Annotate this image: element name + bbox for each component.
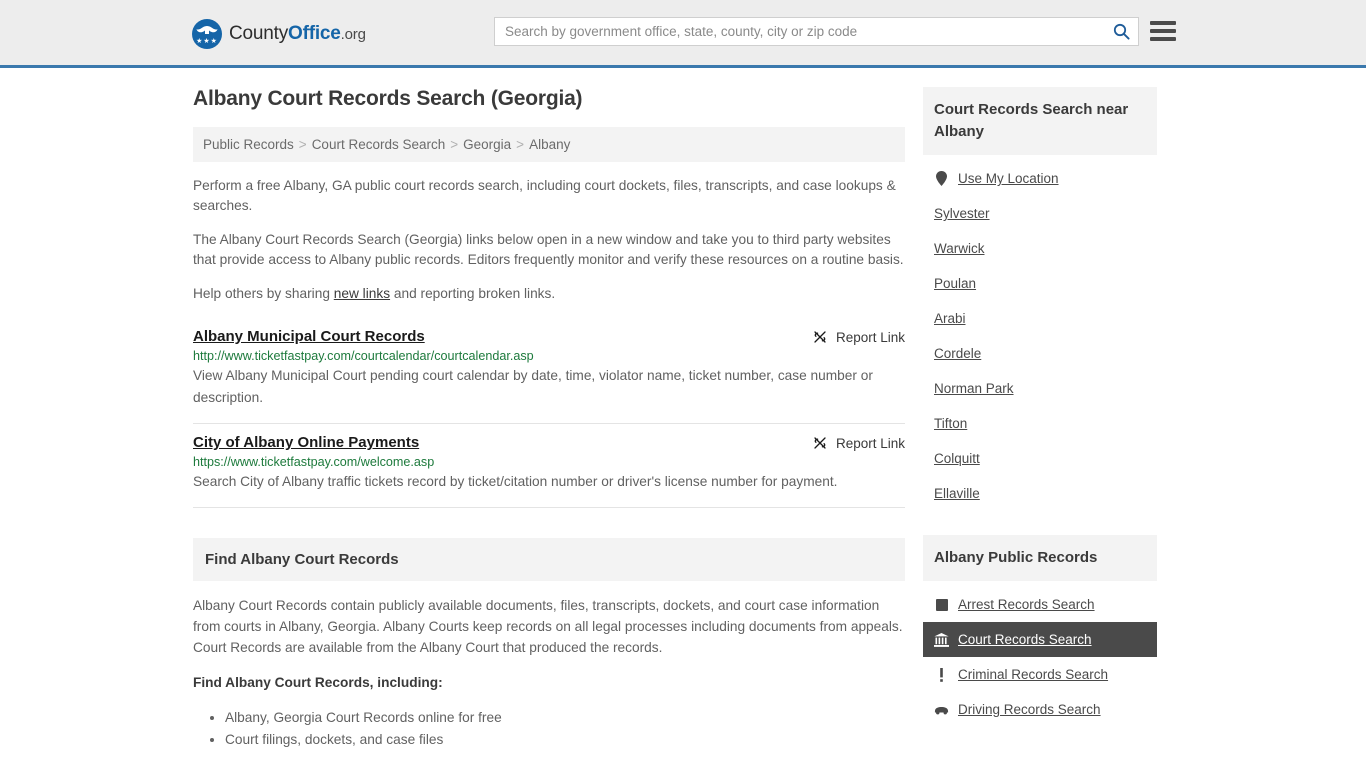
report-link-button[interactable]: Report Link <box>812 328 905 345</box>
city-link-arabi[interactable]: Arabi <box>934 311 966 326</box>
breadcrumb-separator: > <box>450 137 459 152</box>
breadcrumb-item-albany: Albany <box>529 137 571 152</box>
court-records-label[interactable]: Court Records Search <box>958 632 1092 647</box>
page-title: Albany Court Records Search (Georgia) <box>193 87 583 110</box>
listing-title-link[interactable]: City of Albany Online Payments <box>193 434 419 451</box>
help-before: Help others by sharing <box>193 286 334 301</box>
search-bar[interactable] <box>494 17 1139 46</box>
sidebar-item-city[interactable]: Colquitt <box>923 441 1157 476</box>
list-item: Albany, Georgia Court Records online for… <box>225 707 905 729</box>
county-office-eagle-logo-icon: ★★★ <box>192 19 222 49</box>
breadcrumb-item-court-records-search[interactable]: Court Records Search <box>312 137 446 152</box>
find-records-heading: Find Albany Court Records <box>193 538 905 581</box>
list-item: Court filings, dockets, and case files <box>225 729 905 751</box>
arrest-records-label[interactable]: Arrest Records Search <box>958 597 1095 612</box>
sidebar-item-arrest-records-search[interactable]: Arrest Records Search <box>923 587 1157 622</box>
public-records-list: Arrest Records Search Court Records Sear… <box>923 581 1157 727</box>
page-content: Albany Court Records Search (Georgia) Pu… <box>0 68 1366 751</box>
sidebar-item-city[interactable]: Norman Park <box>923 371 1157 406</box>
intro-text: Perform a free Albany, GA public court r… <box>193 176 905 304</box>
nearby-search-list: Use My Location Sylvester Warwick Poulan… <box>923 155 1157 511</box>
sidebar-item-city[interactable]: Sylvester <box>923 196 1157 231</box>
city-link-sylvester[interactable]: Sylvester <box>934 206 990 221</box>
hamburger-bar-3 <box>1150 37 1176 41</box>
sidebar-item-court-records-search[interactable]: Court Records Search <box>923 622 1157 657</box>
courthouse-icon <box>934 632 949 647</box>
sidebar-item-city[interactable]: Arabi <box>923 301 1157 336</box>
site-logo[interactable]: ★★★ CountyOffice.org <box>192 19 366 49</box>
listing-description: View Albany Municipal Court pending cour… <box>193 368 873 405</box>
listing-url[interactable]: https://www.ticketfastpay.com/welcome.as… <box>193 455 905 469</box>
listing-url[interactable]: http://www.ticketfastpay.com/courtcalend… <box>193 349 905 363</box>
hamburger-bar-2 <box>1150 29 1176 33</box>
help-others-line: Help others by sharing new links and rep… <box>193 284 905 304</box>
intro-paragraph-1: Perform a free Albany, GA public court r… <box>193 178 896 213</box>
eagle-icon <box>196 26 218 34</box>
breadcrumb-item-georgia[interactable]: Georgia <box>463 137 511 152</box>
nearby-search-heading: Court Records Search near Albany <box>923 87 1157 155</box>
listing-description: Search City of Albany traffic tickets re… <box>193 474 838 489</box>
sidebar-item-city[interactable]: Ellaville <box>923 476 1157 511</box>
nearby-search-widget: Court Records Search near Albany Use My … <box>923 87 1157 511</box>
search-button[interactable] <box>1104 18 1138 45</box>
city-link-warwick[interactable]: Warwick <box>934 241 985 256</box>
listing-item: City of Albany Online Payments Report Li… <box>193 424 905 508</box>
sidebar: Court Records Search near Albany Use My … <box>923 87 1157 751</box>
logo-text-org: .org <box>340 26 366 43</box>
exclamation-icon <box>934 667 949 682</box>
new-links-link[interactable]: new links <box>334 286 390 301</box>
search-input[interactable] <box>495 18 1104 45</box>
broken-link-icon <box>814 331 826 343</box>
logo-text-office: Office <box>288 23 341 44</box>
search-icon <box>1113 23 1130 40</box>
use-my-location-label[interactable]: Use My Location <box>958 171 1059 186</box>
car-icon <box>934 702 949 717</box>
report-link-label: Report Link <box>835 329 905 345</box>
city-link-norman-park[interactable]: Norman Park <box>934 381 1014 396</box>
breadcrumb-separator: > <box>298 137 307 152</box>
fingerprint-icon <box>934 597 949 612</box>
breadcrumb: Public Records > Court Records Search > Geor… <box>193 127 905 162</box>
logo-wordmark: CountyOffice.org <box>229 23 366 45</box>
sidebar-item-city[interactable]: Tifton <box>923 406 1157 441</box>
site-header: ★★★ CountyOffice.org <box>0 0 1366 68</box>
report-link-label: Report Link <box>835 435 905 451</box>
city-link-poulan[interactable]: Poulan <box>934 276 976 291</box>
stars-icon: ★★★ <box>196 38 218 45</box>
hamburger-bar-1 <box>1150 21 1176 25</box>
city-link-colquitt[interactable]: Colquitt <box>934 451 980 466</box>
map-pin-icon <box>934 171 949 186</box>
sidebar-item-city[interactable]: Cordele <box>923 336 1157 371</box>
sidebar-item-city[interactable]: Poulan <box>923 266 1157 301</box>
city-link-ellaville[interactable]: Ellaville <box>934 486 980 501</box>
breadcrumb-separator: > <box>516 137 525 152</box>
intro-paragraph-2: The Albany Court Records Search (Georgia… <box>193 232 904 267</box>
logo-text-county: County <box>229 23 289 44</box>
broken-link-icon <box>814 437 826 449</box>
find-records-paragraph: Albany Court Records contain publicly av… <box>193 598 903 655</box>
criminal-records-label[interactable]: Criminal Records Search <box>958 667 1108 682</box>
hamburger-menu-icon[interactable] <box>1150 21 1176 41</box>
main-column: Albany Court Records Search (Georgia) Pu… <box>193 87 905 751</box>
sidebar-item-city[interactable]: Warwick <box>923 231 1157 266</box>
sidebar-item-criminal-records-search[interactable]: Criminal Records Search <box>923 657 1157 692</box>
find-records-body: Albany Court Records contain publicly av… <box>193 581 905 751</box>
public-records-widget: Albany Public Records Arrest Records Sea… <box>923 535 1157 727</box>
public-records-heading: Albany Public Records <box>923 535 1157 581</box>
sidebar-item-use-my-location[interactable]: Use My Location <box>923 161 1157 196</box>
city-link-tifton[interactable]: Tifton <box>934 416 967 431</box>
find-records-list: Albany, Georgia Court Records online for… <box>193 707 905 751</box>
city-link-cordele[interactable]: Cordele <box>934 346 981 361</box>
help-after: and reporting broken links. <box>390 286 556 301</box>
listing-item: Albany Municipal Court Records Report Li… <box>193 318 905 424</box>
find-records-subheading: Find Albany Court Records, including: <box>193 675 443 690</box>
listing-title-link[interactable]: Albany Municipal Court Records <box>193 328 425 345</box>
breadcrumb-item-public-records[interactable]: Public Records <box>203 137 294 152</box>
driving-records-label[interactable]: Driving Records Search <box>958 702 1101 717</box>
report-link-button[interactable]: Report Link <box>812 434 905 451</box>
sidebar-item-driving-records-search[interactable]: Driving Records Search <box>923 692 1157 727</box>
